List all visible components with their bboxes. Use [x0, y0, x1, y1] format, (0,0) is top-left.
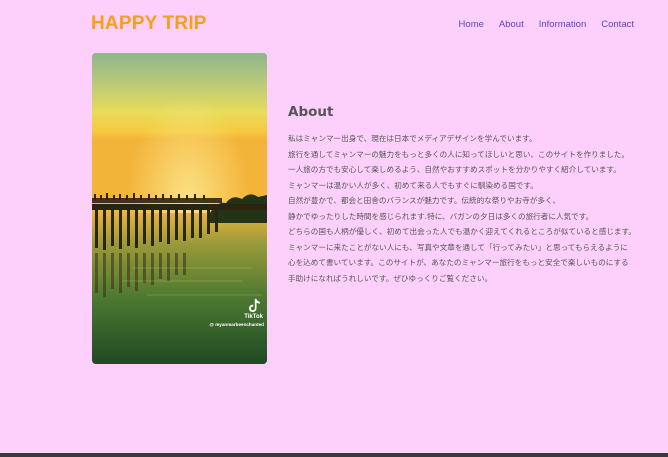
- about-paragraph: 自然が豊かで、都会と田舎のバランスが魅力です。伝統的な祭りやお寺が多く、: [288, 196, 561, 206]
- nav-about-link[interactable]: About: [499, 19, 524, 30]
- about-paragraph: 一人旅の方でも安心して楽しめるよう、自然やおすすめスポットを分かりやすく紹介して…: [288, 165, 621, 175]
- about-paragraph: ミャンマーに来たことがない人にも、写真や文章を通して「行ってみたい」と思ってもら…: [288, 242, 628, 252]
- nav-contact-link[interactable]: Contact: [601, 19, 634, 30]
- nav-home-link[interactable]: Home: [459, 19, 484, 30]
- about-paragraph: 手助けになればうれしいです。ぜひゆっくりご覧ください。: [288, 273, 493, 283]
- tiktok-handle-text: @ myanmarbeenchanted: [209, 322, 264, 327]
- about-paragraph: どちらの国も人柄が優しく、初めて出会った人でも温かく迎えてくれるところが似ている…: [288, 227, 636, 237]
- sunset-bridge-illustration: [92, 53, 267, 364]
- tiktok-icon: [248, 298, 260, 312]
- sunset-bridge-photo: TikTok @ myanmarbeenchanted: [92, 53, 267, 364]
- nav-information-link[interactable]: Information: [539, 19, 587, 30]
- tiktok-watermark: TikTok: [244, 298, 263, 321]
- about-paragraph: 心を込めて書いています。このサイトが、あなたのミャンマー旅行をもっと安全で楽しい…: [288, 258, 629, 268]
- site-logo[interactable]: HAPPY TRIP: [91, 13, 207, 35]
- about-paragraph: ミャンマーは温かい人が多く、初めて来る人でもすぐに馴染める国です。: [288, 180, 538, 190]
- window-bottom-bar: [0, 453, 668, 457]
- main-nav: Home About Information Contact: [459, 19, 634, 30]
- about-paragraph: 静かでゆったりした時間を感じられます.特に、バガンの夕日は多くの旅行者に人気です…: [288, 211, 594, 221]
- tiktok-brand-text: TikTok: [244, 314, 263, 320]
- about-heading: About: [288, 104, 334, 120]
- about-text: 私はミャンマー出身で、現在は日本でメディアデザインを学んでいます。 旅行を通して…: [288, 131, 653, 286]
- about-paragraph: 旅行を通してミャンマーの魅力をもっと多くの人に知ってほしいと思い、このサイトを作…: [288, 149, 630, 159]
- about-paragraph: 私はミャンマー出身で、現在は日本でメディアデザインを学んでいます。: [288, 134, 537, 143]
